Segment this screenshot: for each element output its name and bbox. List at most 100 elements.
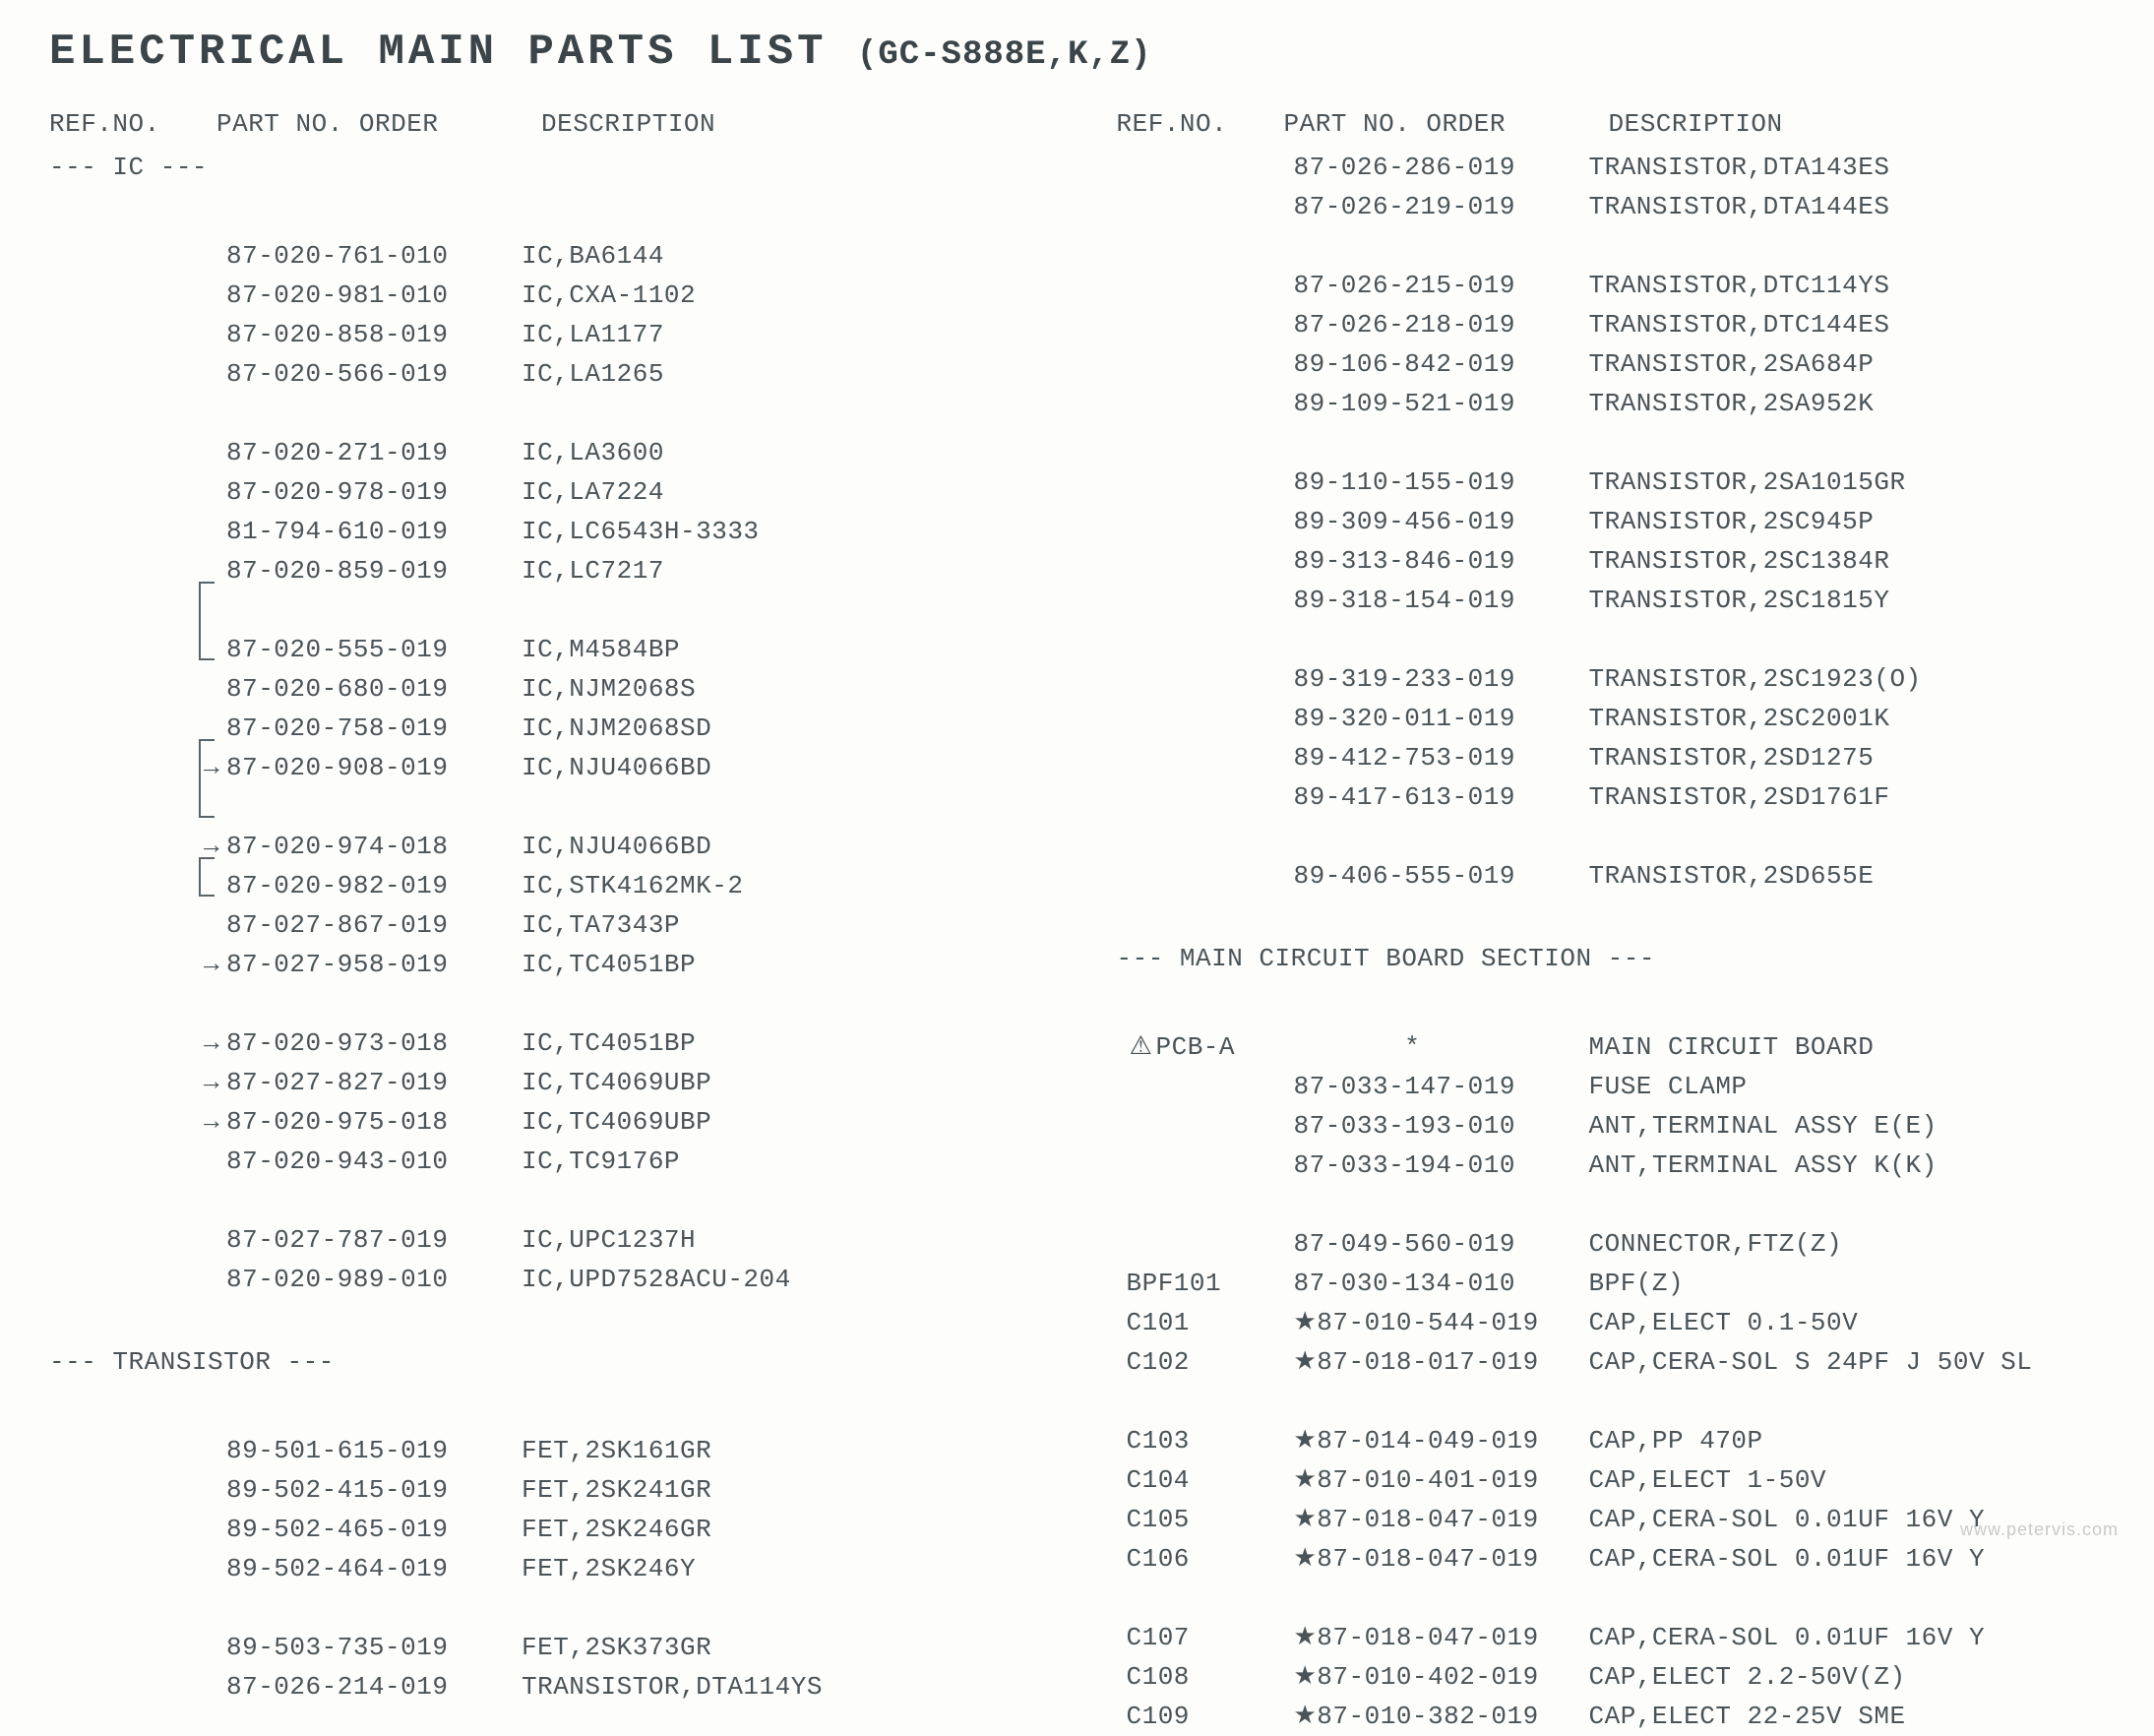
part-description: IC,M4584BP (522, 630, 1048, 669)
part-row: 87-049-560-019CONNECTOR,FTZ(Z) (1117, 1224, 2116, 1264)
part-description: TRANSISTOR,DTA144ES (1589, 187, 2116, 226)
part-number: 87-027-827-019 (226, 1063, 522, 1102)
ref-no (49, 1431, 197, 1470)
part-description: TRANSISTOR,2SA952K (1589, 384, 2116, 423)
blank-line (49, 1588, 1048, 1628)
ref-no (1117, 187, 1264, 226)
arrow-right-icon (1264, 187, 1294, 226)
ref-no: C103 (1117, 1421, 1264, 1460)
part-description: FUSE CLAMP (1589, 1067, 2116, 1106)
part-row: 87-026-286-019TRANSISTOR,DTA143ES (1117, 148, 2116, 187)
part-number: 87-026-219-019 (1294, 187, 1589, 226)
part-description: TRANSISTOR,DTA143ES (1589, 148, 2116, 187)
substitution-bracket-icon (199, 739, 215, 818)
part-description: CAP,ELECT 0.1-50V (1589, 1303, 2116, 1342)
part-description: TRANSISTOR,2SD1275 (1589, 738, 2116, 777)
part-row: 89-318-154-019TRANSISTOR,2SC1815Y (1117, 581, 2116, 620)
part-description: TRANSISTOR,2SC945P (1589, 502, 2116, 541)
blank-line (49, 394, 1048, 433)
arrow-right-icon (1264, 1421, 1294, 1460)
part-row: 87-020-978-019IC,LA7224 (49, 472, 1048, 512)
ref-no (1117, 384, 1264, 423)
part-description: IC,CXA-1102 (522, 276, 1048, 315)
arrow-right-icon (1264, 1500, 1294, 1539)
part-row: →87-020-973-018IC,TC4051BP (49, 1023, 1048, 1063)
part-description: IC,TA7343P (522, 905, 1048, 945)
part-row: 87-033-194-010ANT,TERMINAL ASSY K(K) (1117, 1146, 2116, 1185)
part-number: 87-020-978-019 (226, 472, 522, 512)
right-column: REF.NO. PART NO. ORDER DESCRIPTION 87-02… (1117, 104, 2116, 1736)
arrow-right-icon: → (197, 1102, 226, 1142)
part-description: IC,NJU4066BD (522, 827, 1048, 866)
part-number: ★87-018-047-019 (1294, 1539, 1589, 1579)
part-number: 87-027-867-019 (226, 905, 522, 945)
arrow-right-icon (1264, 541, 1294, 581)
part-number: 87-026-218-019 (1294, 305, 1589, 344)
blank-line (1117, 896, 2116, 935)
title-sub: (GC-S888E,K,Z) (857, 36, 1152, 74)
ref-no (49, 630, 197, 669)
blank-line (1117, 1382, 2116, 1421)
part-row: C104★87-010-401-019CAP,ELECT 1-50V (1117, 1460, 2116, 1500)
part-number: 87-020-680-019 (226, 669, 522, 709)
part-number: 87-033-147-019 (1294, 1067, 1589, 1106)
part-number: 87-020-989-010 (226, 1260, 522, 1299)
ref-no (49, 669, 197, 709)
part-row: 89-502-415-019FET,2SK241GR (49, 1470, 1048, 1510)
arrow-right-icon (1264, 777, 1294, 817)
ref-no: C105 (1117, 1500, 1264, 1539)
part-row: →87-020-975-018IC,TC4069UBP (49, 1102, 1048, 1142)
part-description: IC,TC4051BP (522, 1023, 1048, 1063)
part-description: TRANSISTOR,DTC114YS (1589, 266, 2116, 305)
part-row: 87-027-867-019IC,TA7343P (49, 905, 1048, 945)
part-description: TRANSISTOR,2SA684P (1589, 344, 2116, 384)
ref-no (49, 709, 197, 748)
arrow-right-icon: → (197, 1023, 226, 1063)
section-heading: --- MAIN CIRCUIT BOARD SECTION --- (1117, 939, 2116, 978)
part-number: 87-027-958-019 (226, 945, 522, 984)
part-description: MAIN CIRCUIT BOARD (1589, 1027, 2116, 1067)
ref-no (1117, 738, 1264, 777)
part-row: 87-020-271-019IC,LA3600 (49, 433, 1048, 472)
ref-no (49, 905, 197, 945)
part-number: 87-020-975-018 (226, 1102, 522, 1142)
ref-no (1117, 1067, 1264, 1106)
part-row: 87-020-981-010IC,CXA-1102 (49, 276, 1048, 315)
part-row: C101★87-010-544-019CAP,ELECT 0.1-50V (1117, 1303, 2116, 1342)
ref-no (49, 276, 197, 315)
arrow-right-icon (1264, 1067, 1294, 1106)
part-number: 89-502-464-019 (226, 1549, 522, 1588)
part-row: BPF10187-030-134-010BPF(Z) (1117, 1264, 2116, 1303)
arrow-right-icon (1264, 502, 1294, 541)
hdr-desc: DESCRIPTION (541, 104, 1048, 144)
part-row: 87-020-858-019IC,LA1177 (49, 315, 1048, 354)
part-description: TRANSISTOR,DTA114YS (522, 1667, 1048, 1706)
part-row: 89-109-521-019TRANSISTOR,2SA952K (1117, 384, 2116, 423)
part-row: 89-319-233-019TRANSISTOR,2SC1923(O) (1117, 659, 2116, 699)
ref-no (49, 1220, 197, 1260)
ref-no (49, 866, 197, 905)
ref-no (49, 945, 197, 984)
part-number: 89-313-846-019 (1294, 541, 1589, 581)
arrow-right-icon (1264, 659, 1294, 699)
ref-no (1117, 463, 1264, 502)
arrow-right-icon (1264, 1342, 1294, 1382)
arrow-right-icon (197, 905, 226, 945)
part-row: →87-027-827-019IC,TC4069UBP (49, 1063, 1048, 1102)
arrow-right-icon (1264, 148, 1294, 187)
arrow-right-icon (197, 512, 226, 551)
part-number: ★87-010-401-019 (1294, 1460, 1589, 1500)
part-number: 87-020-859-019 (226, 551, 522, 590)
part-row: 87-020-680-019IC,NJM2068S (49, 669, 1048, 709)
arrow-right-icon (1264, 738, 1294, 777)
arrow-right-icon (1264, 463, 1294, 502)
hdr-pn: PART NO. ORDER (1284, 104, 1609, 144)
part-description: IC,LC6543H-3333 (522, 512, 1048, 551)
ref-no: ⚠PCB-A (1117, 1027, 1264, 1067)
part-description: IC,UPC1237H (522, 1220, 1048, 1260)
blank-line (49, 1392, 1048, 1431)
arrow-right-icon (197, 1260, 226, 1299)
part-description: IC,NJM2068SD (522, 709, 1048, 748)
arrow-right-icon (197, 354, 226, 394)
arrow-right-icon: → (197, 1063, 226, 1102)
